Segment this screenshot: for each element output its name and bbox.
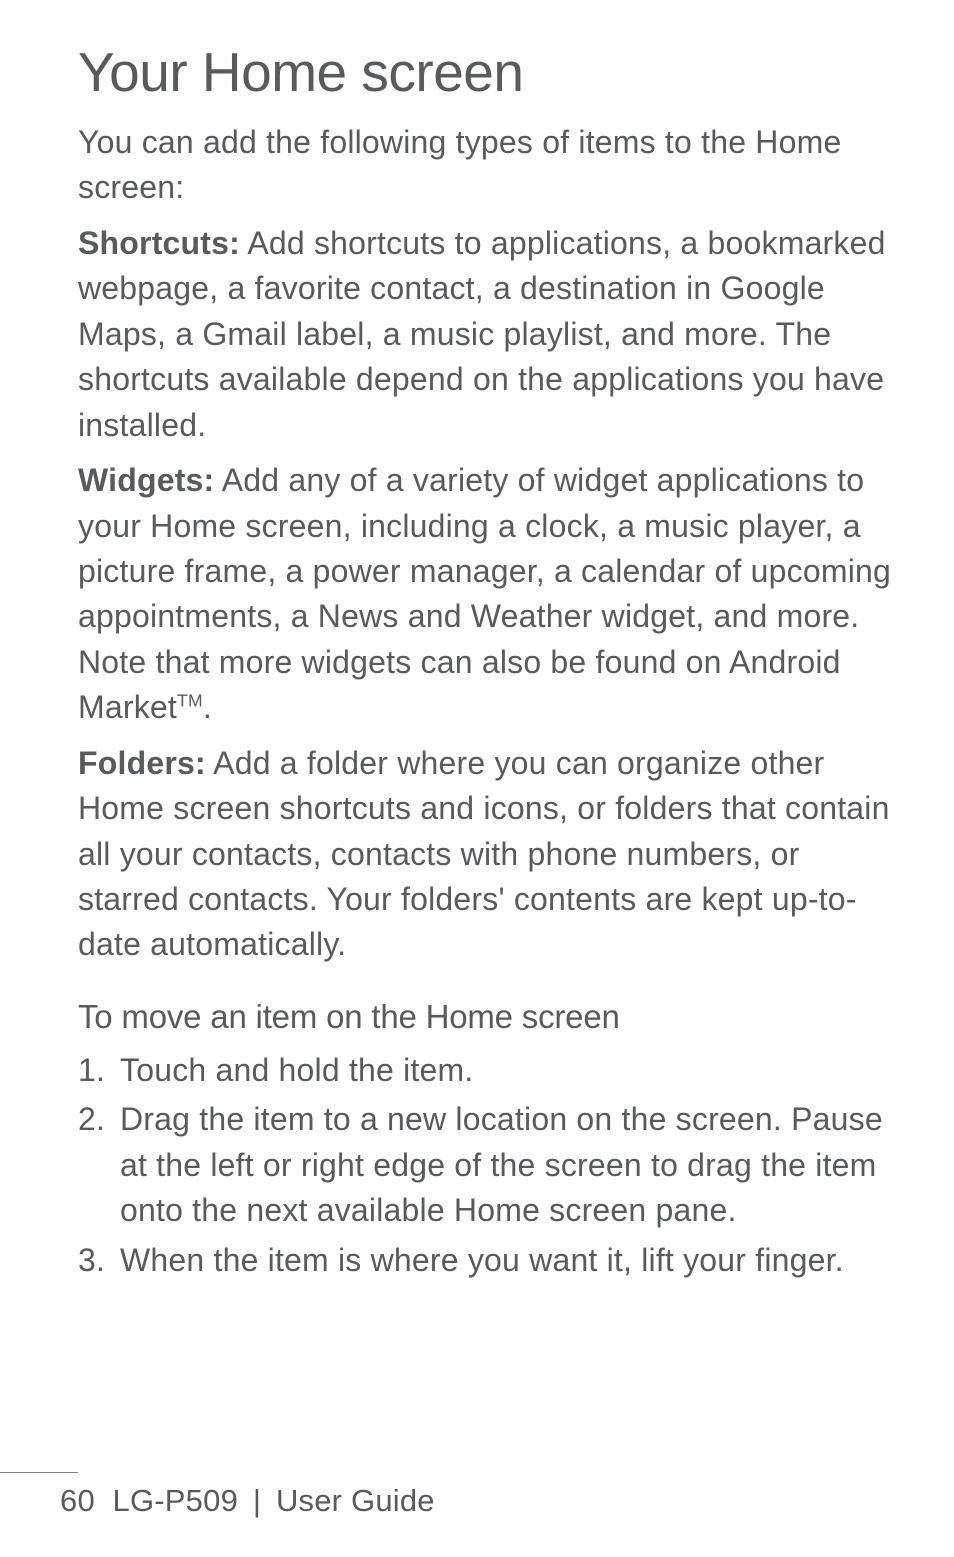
page-footer: 60 LG-P509 | User Guide xyxy=(0,1472,954,1519)
page-title: Your Home screen xyxy=(78,40,892,104)
model-number: LG-P509 xyxy=(113,1483,238,1518)
intro-paragraph: You can add the following types of items… xyxy=(78,120,892,211)
footer-separator: | xyxy=(253,1483,261,1518)
label-folders: Folders: xyxy=(78,745,206,781)
list-item: 1. Touch and hold the item. xyxy=(78,1048,892,1093)
step-text: When the item is where you want it, lift… xyxy=(120,1242,844,1278)
list-item: 3. When the item is where you want it, li… xyxy=(78,1238,892,1283)
step-number: 2. xyxy=(78,1097,105,1142)
text-widgets-before: Add any of a variety of widget applicati… xyxy=(78,462,891,725)
text-widgets-after: . xyxy=(203,689,212,725)
trademark-symbol: TM xyxy=(177,691,203,711)
section-heading: To move an item on the Home screen xyxy=(78,998,892,1036)
footer-text: 60 LG-P509 | User Guide xyxy=(0,1483,954,1519)
step-text: Drag the item to a new location on the s… xyxy=(120,1101,883,1228)
step-text: Touch and hold the item. xyxy=(120,1052,473,1088)
page-number: 60 xyxy=(60,1483,95,1518)
label-shortcuts: Shortcuts: xyxy=(78,225,240,261)
doc-title: User Guide xyxy=(276,1483,435,1518)
item-folders: Folders: Add a folder where you can orga… xyxy=(78,741,892,968)
list-item: 2. Drag the item to a new location on the… xyxy=(78,1097,892,1233)
steps-list: 1. Touch and hold the item. 2. Drag the i… xyxy=(78,1048,892,1283)
step-number: 1. xyxy=(78,1048,105,1093)
step-number: 3. xyxy=(78,1238,105,1283)
item-widgets: Widgets: Add any of a variety of widget … xyxy=(78,458,892,731)
footer-rule xyxy=(0,1472,78,1473)
item-shortcuts: Shortcuts: Add shortcuts to applications… xyxy=(78,221,892,448)
label-widgets: Widgets: xyxy=(78,462,214,498)
